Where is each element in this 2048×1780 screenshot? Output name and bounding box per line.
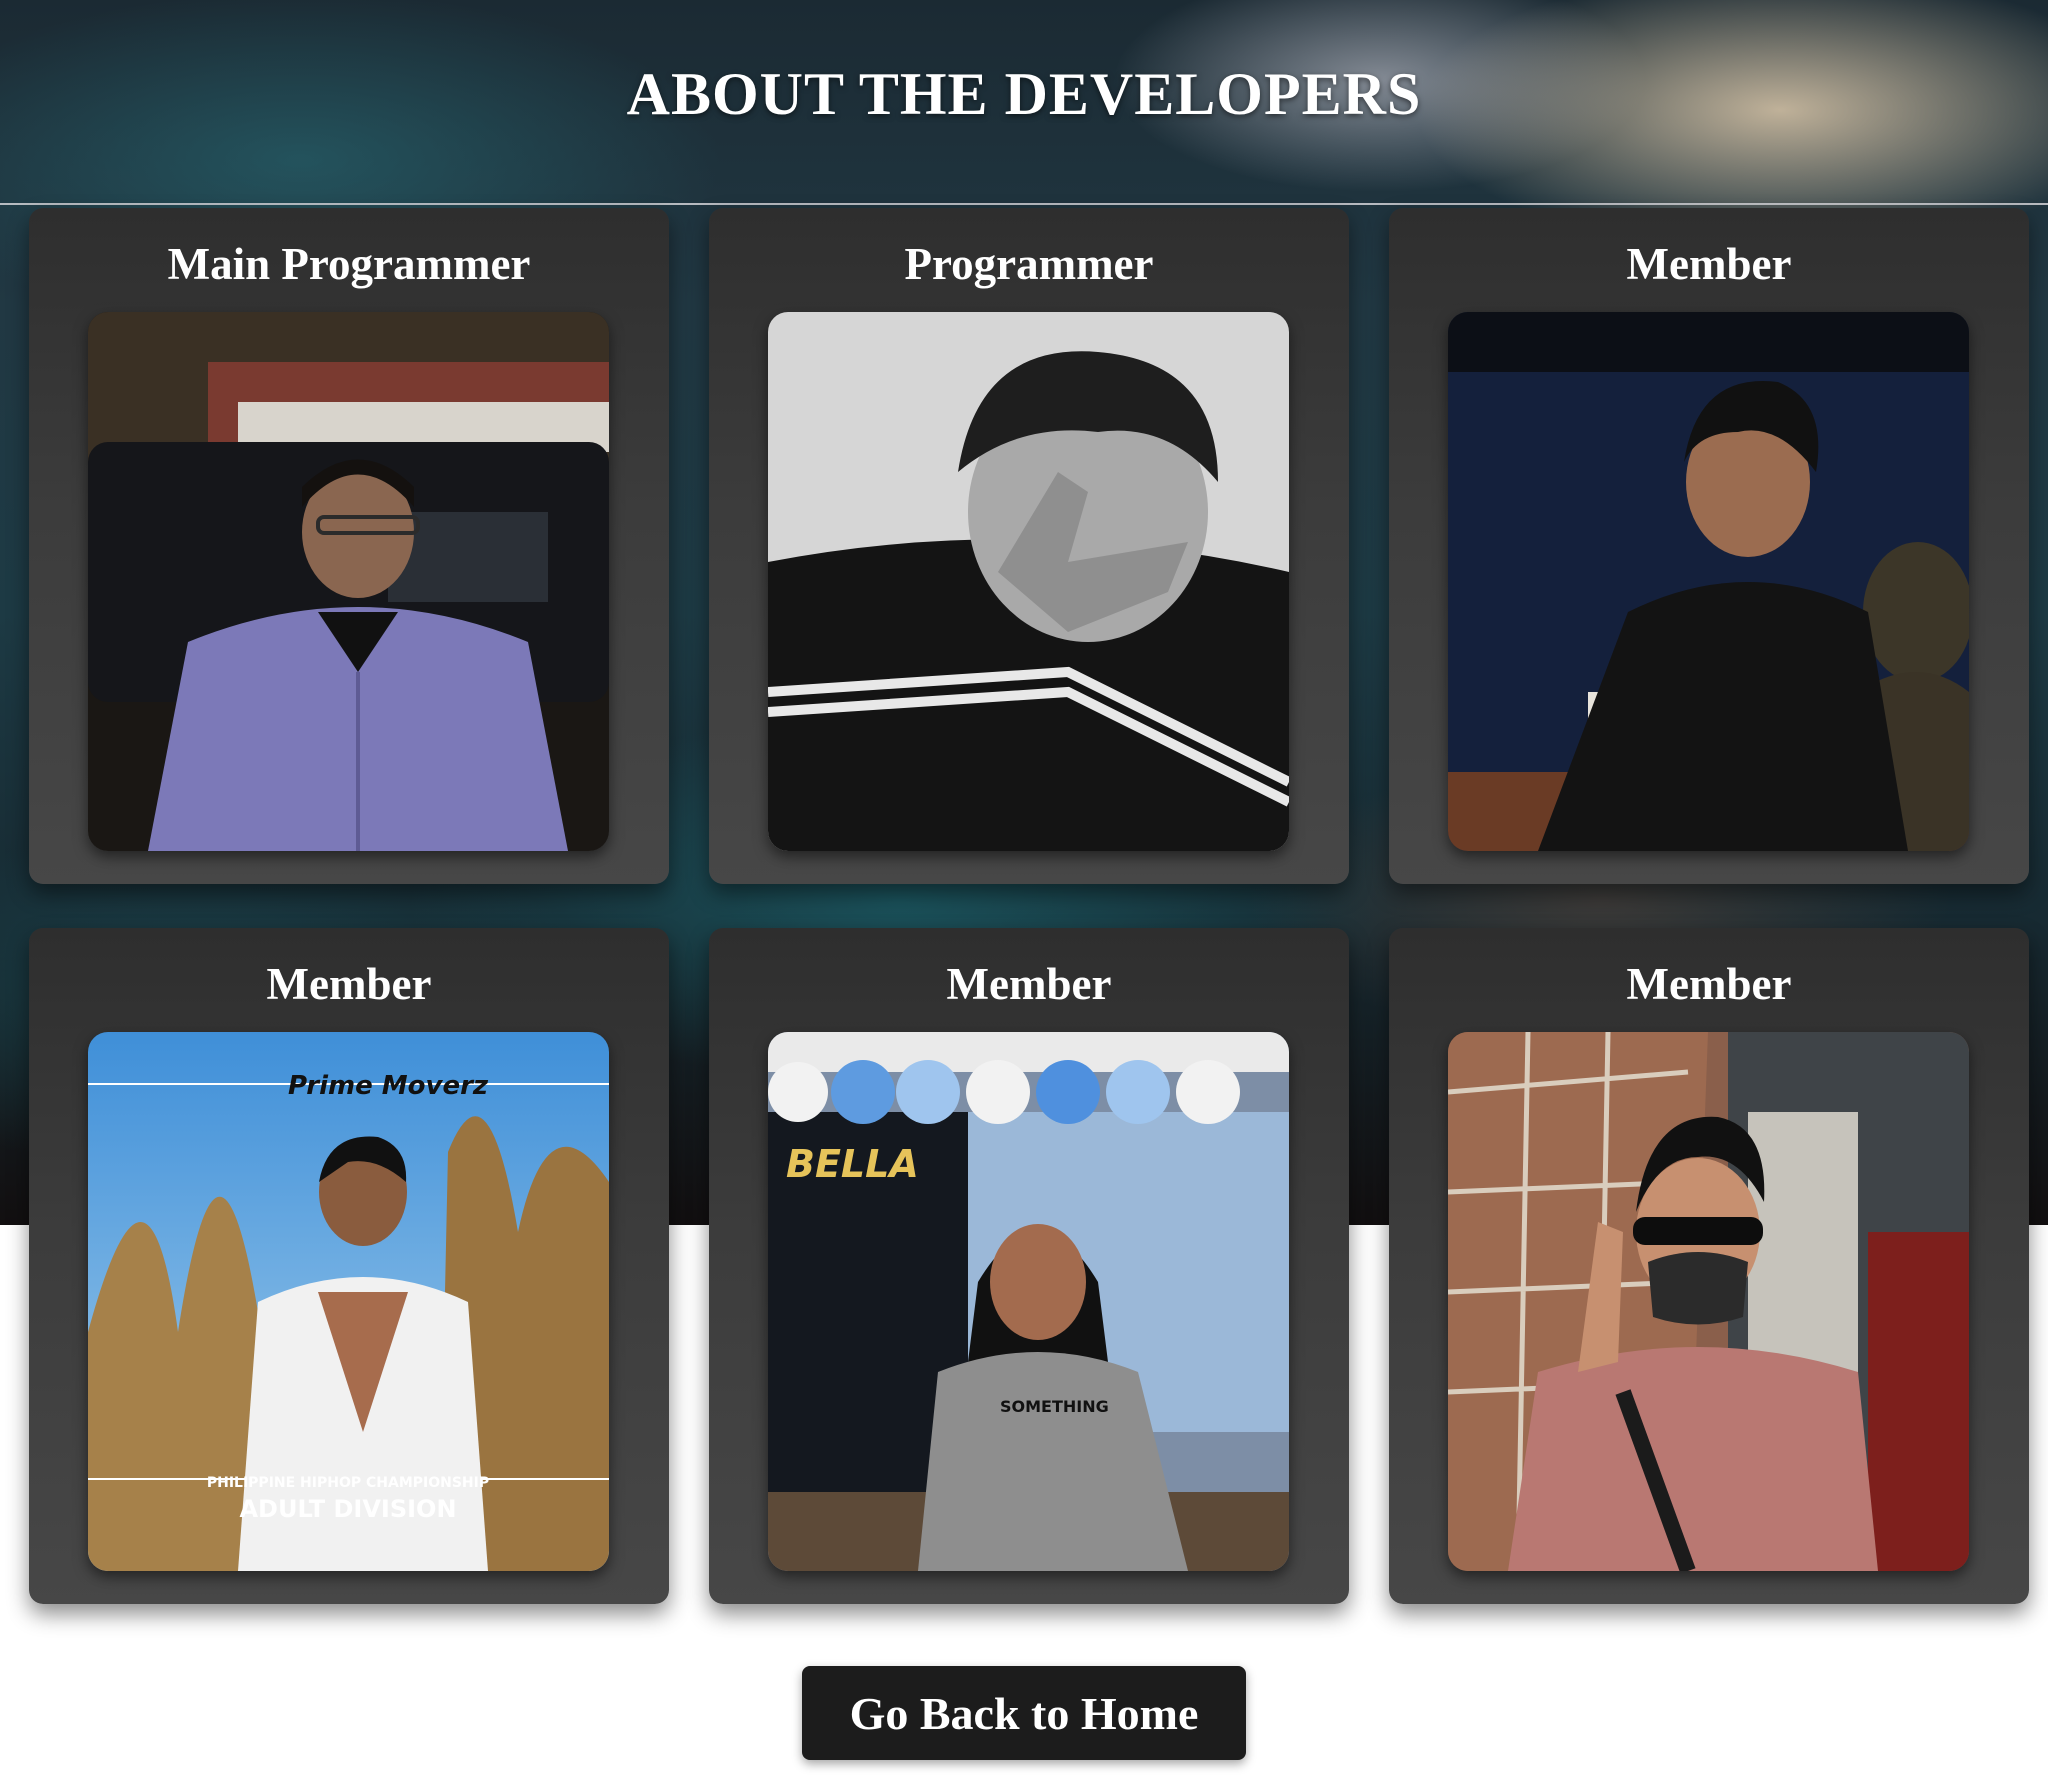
developer-grid: Main Programmer Programmer Member Member… xyxy=(29,208,2030,1604)
developer-photo xyxy=(768,312,1289,851)
poster-division: ADULT DIVISION xyxy=(239,1495,456,1523)
developer-role: Programmer xyxy=(904,239,1154,289)
poster-brand: Prime Moverz xyxy=(288,1071,489,1101)
developer-card-programmer: Programmer xyxy=(709,208,1349,884)
developer-role: Main Programmer xyxy=(167,239,531,289)
developer-card-member-2: Member Prime Moverz PHILIPPINE HIPHOP CH… xyxy=(29,928,669,1604)
developer-role: Member xyxy=(1626,959,1792,1009)
developer-card-member-1: Member xyxy=(1389,208,2029,884)
shirt-text: SOMETHING xyxy=(1000,1397,1109,1416)
developer-photo: BELLA SOMETHING xyxy=(768,1032,1289,1571)
developer-photo xyxy=(1448,312,1969,851)
about-page: ABOUT THE DEVELOPERS Main Programmer Pro… xyxy=(0,0,2048,1780)
developer-role: Member xyxy=(1626,239,1792,289)
developer-role: Member xyxy=(946,959,1112,1009)
header-band: ABOUT THE DEVELOPERS xyxy=(0,0,2048,205)
poster-event: PHILIPPINE HIPHOP CHAMPIONSHIP xyxy=(207,1475,489,1491)
developer-photo xyxy=(88,312,609,851)
go-back-home-button[interactable]: Go Back to Home xyxy=(802,1666,1246,1760)
developer-card-member-3: Member BELLA SOMETHING xyxy=(709,928,1349,1604)
page-title: ABOUT THE DEVELOPERS xyxy=(626,61,1422,127)
developer-card-member-4: Member xyxy=(1389,928,2029,1604)
developer-photo xyxy=(1448,1032,1969,1571)
banner-name: BELLA xyxy=(786,1142,919,1186)
developer-card-main-programmer: Main Programmer xyxy=(29,208,669,884)
developer-photo: Prime Moverz PHILIPPINE HIPHOP CHAMPIONS… xyxy=(88,1032,609,1571)
developer-role: Member xyxy=(266,959,432,1009)
